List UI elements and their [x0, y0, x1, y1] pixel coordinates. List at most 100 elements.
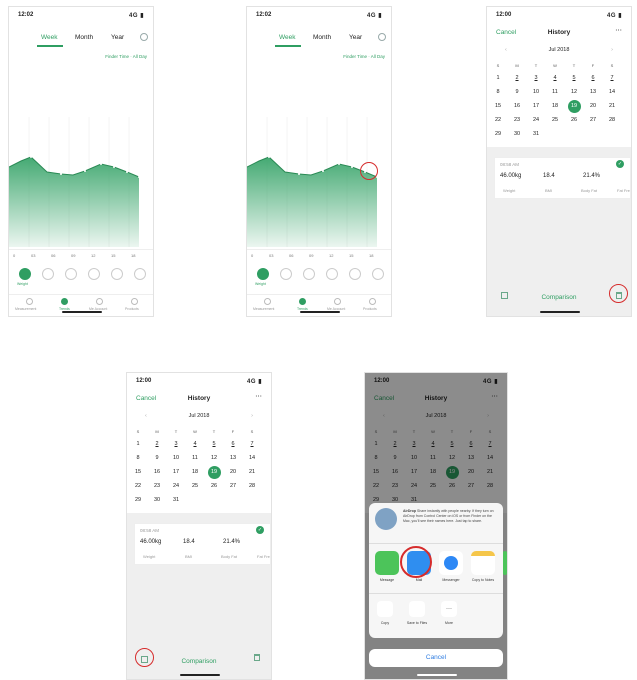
calendar-day[interactable]: 6 [586, 75, 600, 81]
calendar-day[interactable]: 24 [169, 483, 183, 489]
weight-metric-icon[interactable] [19, 268, 31, 280]
calendar-day[interactable]: 28 [605, 117, 619, 123]
bodyfat-metric-icon[interactable] [303, 268, 315, 280]
copy-icon[interactable] [377, 601, 393, 617]
bmi-metric-icon[interactable] [42, 268, 54, 280]
account-tab-icon[interactable] [334, 298, 341, 305]
calendar-day[interactable]: 30 [150, 497, 164, 503]
calendar-day[interactable]: 8 [131, 455, 145, 461]
data-point[interactable] [126, 171, 128, 173]
muscle-metric-icon[interactable] [88, 268, 100, 280]
clock-icon[interactable] [378, 33, 386, 41]
data-point[interactable] [322, 170, 324, 172]
calendar-day[interactable]: 5 [567, 75, 581, 81]
tab-year[interactable]: Year [349, 34, 362, 41]
calendar-day[interactable]: 17 [529, 103, 543, 109]
save-to-files-icon[interactable] [409, 601, 425, 617]
bone-metric-icon[interactable] [372, 268, 384, 280]
calendar-day[interactable]: 7 [605, 75, 619, 81]
calendar-day[interactable]: 12 [567, 89, 581, 95]
calendar-day[interactable]: 21 [605, 103, 619, 109]
data-point[interactable] [113, 166, 115, 168]
calendar-day[interactable]: 20 [586, 103, 600, 109]
trends-tab-icon[interactable] [61, 298, 68, 305]
calendar-day[interactable]: 11 [188, 455, 202, 461]
muscle-metric-icon[interactable] [326, 268, 338, 280]
filter-time[interactable]: Finder Time · All Day [343, 54, 385, 59]
calendar-day[interactable]: 13 [226, 455, 240, 461]
calendar-day[interactable]: 15 [491, 103, 505, 109]
share-cancel-button[interactable]: Cancel [369, 649, 503, 667]
measurement-tab-icon[interactable] [264, 298, 271, 305]
calendar-day[interactable]: 19 [207, 469, 221, 475]
filter-time[interactable]: Finder Time · All Day [105, 54, 147, 59]
calendar-day[interactable]: 10 [169, 455, 183, 461]
measurement-record[interactable]: 08:58 AM ✓ 46.00kg 18.4 21.4% Weight BMI… [494, 157, 631, 199]
tab-year[interactable]: Year [111, 34, 124, 41]
calendar-day[interactable]: 1 [131, 441, 145, 447]
calendar-day[interactable]: 11 [548, 89, 562, 95]
cancel-button[interactable]: Cancel [136, 395, 156, 402]
calendar-day[interactable]: 19 [567, 103, 581, 109]
calendar-day[interactable]: 15 [131, 469, 145, 475]
tab-month[interactable]: Month [75, 34, 93, 41]
data-point[interactable] [138, 176, 140, 178]
calendar-day[interactable]: 22 [491, 117, 505, 123]
calendar-day[interactable]: 29 [131, 497, 145, 503]
data-point[interactable] [100, 163, 102, 165]
bmi-metric-icon[interactable] [280, 268, 292, 280]
data-point[interactable] [351, 166, 353, 168]
calendar-day[interactable]: 10 [529, 89, 543, 95]
tab-month[interactable]: Month [313, 34, 331, 41]
prev-month-button[interactable]: ‹ [505, 47, 507, 53]
data-point[interactable] [298, 173, 300, 175]
bodyfat-metric-icon[interactable] [65, 268, 77, 280]
next-month-button[interactable]: › [251, 413, 253, 419]
data-point[interactable] [60, 173, 62, 175]
share-icon[interactable] [501, 292, 508, 299]
calendar-day[interactable]: 31 [169, 497, 183, 503]
calendar-day[interactable]: 18 [548, 103, 562, 109]
prev-month-button[interactable]: ‹ [145, 413, 147, 419]
calendar-day[interactable]: 2 [150, 441, 164, 447]
calendar-day[interactable]: 18 [188, 469, 202, 475]
weight-metric-icon[interactable] [257, 268, 269, 280]
calendar-day[interactable]: 30 [510, 131, 524, 137]
calendar-day[interactable]: 25 [548, 117, 562, 123]
more-button[interactable]: ··· [616, 27, 623, 34]
water-metric-icon[interactable] [349, 268, 361, 280]
tab-week[interactable]: Week [279, 34, 296, 41]
calendar-day[interactable]: 1 [491, 75, 505, 81]
calendar-day[interactable]: 13 [586, 89, 600, 95]
bone-metric-icon[interactable] [134, 268, 146, 280]
data-point[interactable] [84, 170, 86, 172]
calendar-day[interactable]: 17 [169, 469, 183, 475]
calendar-day[interactable]: 20 [226, 469, 240, 475]
tab-week[interactable]: Week [41, 34, 58, 41]
calendar-day[interactable]: 3 [529, 75, 543, 81]
calendar-day[interactable]: 14 [605, 89, 619, 95]
calendar-day[interactable]: 9 [150, 455, 164, 461]
notes-app-icon[interactable] [471, 551, 495, 575]
calendar-day[interactable]: 23 [510, 117, 524, 123]
measurement-record[interactable]: 08:58 AM ✓ 46.00kg 18.4 21.4% Weight BMI… [134, 523, 271, 565]
calendar-day[interactable]: 24 [529, 117, 543, 123]
next-month-button[interactable]: › [611, 47, 613, 53]
clock-icon[interactable] [140, 33, 148, 41]
calendar-day[interactable]: 26 [207, 483, 221, 489]
more-actions-icon[interactable]: ··· [441, 601, 457, 617]
message-app-icon[interactable] [375, 551, 399, 575]
calendar-day[interactable]: 16 [150, 469, 164, 475]
calendar-day[interactable]: 4 [548, 75, 562, 81]
calendar-day[interactable]: 2 [510, 75, 524, 81]
calendar-day[interactable]: 26 [567, 117, 581, 123]
calendar-day[interactable]: 27 [586, 117, 600, 123]
calendar-day[interactable]: 31 [529, 131, 543, 137]
more-button[interactable]: ··· [256, 393, 263, 400]
calendar-day[interactable]: 12 [207, 455, 221, 461]
data-point[interactable] [376, 176, 378, 178]
airdrop-icon[interactable] [375, 508, 397, 530]
calendar-day[interactable]: 9 [510, 89, 524, 95]
products-tab-icon[interactable] [369, 298, 376, 305]
calendar-day[interactable]: 8 [491, 89, 505, 95]
